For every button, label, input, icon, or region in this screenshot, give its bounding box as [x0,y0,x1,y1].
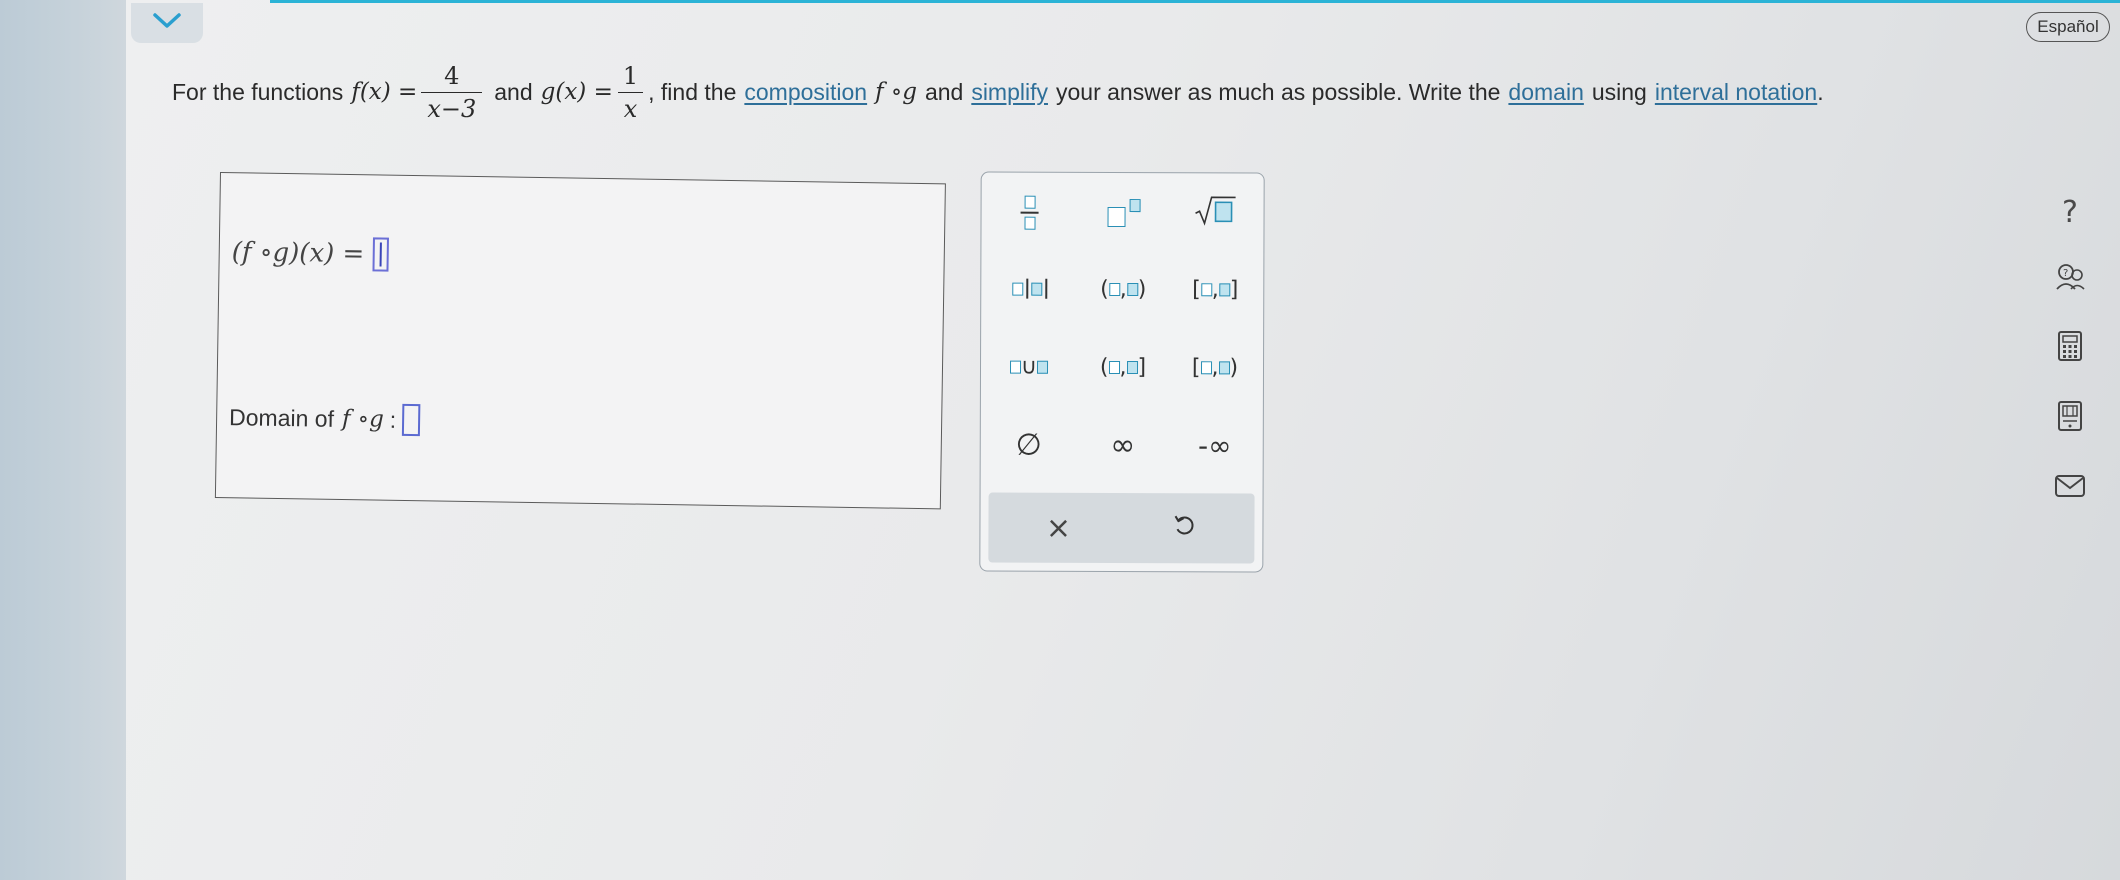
domain-input[interactable] [401,403,421,437]
g-definition: g(x) = [540,79,613,105]
question-intro: For the functions [172,78,344,105]
language-toggle-button[interactable]: Español [2026,12,2110,42]
mail-icon [2054,474,2086,503]
f-denominator: x−3 [421,91,483,123]
left-open-interval-icon: (,] [1099,354,1147,380]
message-button[interactable] [2040,466,2100,510]
domain-colon: : [389,406,397,433]
composition-input[interactable] [372,237,389,272]
question-find: , find the [648,78,737,105]
union-icon: ∪ [1009,354,1049,379]
math-keypad: (,) [,] ∪ (,] [,) ∅ ∞ -∞ × [979,171,1265,573]
f-definition: f(x) = [351,79,418,105]
close-icon: × [1045,510,1072,546]
exponent-key[interactable] [1083,185,1163,241]
chevron-down-icon [152,12,182,35]
answer-area: (f ∘g)(x) = Domain of f ∘g : [214,172,946,510]
domain-answer-row: Domain of f ∘g : [228,401,421,437]
top-accent-bar [270,0,2120,3]
left-margin [0,0,126,880]
calculator-button[interactable] [2040,326,2100,370]
help-button[interactable]: ? [2040,190,2100,234]
open-interval-icon: (,) [1100,276,1147,302]
fraction-key[interactable] [989,185,1069,241]
question-text: For the functions f(x) = 4 x−3 and g(x) … [172,52,2022,132]
empty-set-icon: ∅ [1015,427,1042,463]
sqrt-icon [1193,193,1237,233]
calculator-icon [2057,330,2083,367]
f-fraction: 4 x−3 [421,61,483,123]
svg-text:?: ? [2063,268,2068,279]
interval-notation-link[interactable]: interval notation [1655,79,1817,106]
negative-infinity-icon: -∞ [1197,428,1232,462]
question-using: using [1591,78,1647,105]
domain-label: Domain of [228,403,335,432]
composition-symbol: f ∘g [875,79,917,105]
question-rest: your answer as much as possible. Write t… [1055,78,1501,105]
g-numerator: 1 [622,61,639,90]
union-key[interactable]: ∪ [989,339,1069,395]
left-open-interval-key[interactable]: (,] [1083,339,1163,395]
f-numerator: 4 [444,61,460,90]
closed-interval-icon: [,] [1192,276,1239,302]
infinity-icon: ∞ [1110,427,1136,463]
g-fraction: 1 x [617,62,644,123]
question-end: . [1817,78,1824,105]
right-open-interval-key[interactable]: [,) [1175,339,1255,395]
right-open-interval-icon: [,) [1191,354,1239,380]
absolute-value-icon [1011,278,1047,299]
textbook-icon [2057,400,2083,437]
composition-link[interactable]: composition [744,79,867,106]
textbook-button[interactable] [2040,396,2100,440]
closed-interval-key[interactable]: [,] [1175,261,1255,317]
undo-icon [1171,512,1197,544]
simplify-link[interactable]: simplify [971,79,1048,106]
keypad-footer: × [988,492,1255,564]
superscript-icon [1107,199,1141,228]
domain-link[interactable]: domain [1508,79,1583,106]
open-interval-key[interactable]: (,) [1083,261,1163,317]
composition-label: (f ∘g)(x) = [231,237,365,270]
ask-instructor-button[interactable]: ? [2040,256,2100,300]
fraction-icon [1020,195,1039,230]
domain-symbol: f ∘g [341,405,384,433]
person-question-icon: ? [2053,261,2087,296]
question-and-2: and [924,78,964,105]
absolute-value-key[interactable] [989,261,1069,317]
question-icon: ? [2062,194,2078,230]
clear-button[interactable]: × [1018,500,1098,556]
negative-infinity-key[interactable]: -∞ [1175,417,1255,473]
undo-button[interactable] [1144,500,1224,556]
g-denominator: x [617,91,644,123]
infinity-key[interactable]: ∞ [1083,417,1163,473]
collapse-button[interactable] [131,3,203,43]
question-and: and [494,78,533,105]
empty-set-key[interactable]: ∅ [989,417,1069,473]
square-root-key[interactable] [1175,185,1255,241]
composition-answer-row: (f ∘g)(x) = [231,235,389,272]
